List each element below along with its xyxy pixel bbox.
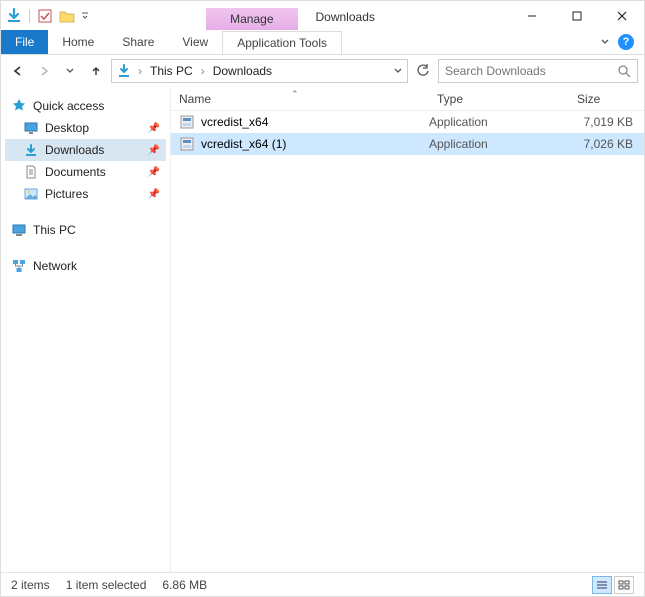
sidebar-network[interactable]: Network — [5, 255, 166, 277]
navigation-pane: Quick access Desktop 📌 Downloads 📌 Docum… — [1, 87, 171, 572]
refresh-button[interactable] — [412, 64, 434, 78]
search-box[interactable] — [438, 59, 638, 83]
file-size: 7,019 KB — [569, 115, 639, 129]
chevron-right-icon[interactable]: › — [136, 64, 144, 78]
status-item-count: 2 items — [11, 578, 50, 592]
address-bar[interactable]: › This PC › Downloads — [111, 59, 408, 83]
tab-home[interactable]: Home — [48, 30, 108, 54]
table-row[interactable]: vcredist_x64 Application 7,019 KB — [171, 111, 644, 133]
file-tab[interactable]: File — [1, 30, 48, 54]
search-input[interactable] — [445, 64, 618, 78]
ribbon-tabs: File Home Share View Application Tools ? — [1, 30, 644, 55]
up-button[interactable] — [85, 60, 107, 82]
downloads-icon — [23, 142, 39, 158]
sidebar-item-label: Documents — [45, 165, 106, 179]
application-icon — [179, 114, 195, 130]
status-selected-size: 6.86 MB — [162, 578, 207, 592]
status-bar: 2 items 1 item selected 6.86 MB — [1, 572, 644, 596]
recent-locations-icon[interactable] — [59, 60, 81, 82]
forward-button[interactable] — [33, 60, 55, 82]
sidebar-item-label: Downloads — [45, 143, 104, 157]
qat-dropdown-icon[interactable] — [80, 7, 90, 25]
sidebar-item-pictures[interactable]: Pictures 📌 — [5, 183, 166, 205]
pin-icon[interactable]: 📌 — [148, 123, 160, 134]
new-folder-icon[interactable] — [58, 7, 76, 25]
help-icon[interactable]: ? — [618, 34, 634, 50]
file-name: vcredist_x64 — [201, 115, 268, 129]
sidebar-item-desktop[interactable]: Desktop 📌 — [5, 117, 166, 139]
file-list-pane: Name ⌃ Type Size vcredist_x64 Applicatio… — [171, 87, 644, 572]
sidebar-item-label: Network — [33, 259, 77, 273]
tab-application-tools[interactable]: Application Tools — [222, 31, 342, 54]
ribbon-expand-icon[interactable] — [600, 37, 610, 47]
sort-indicator-icon: ⌃ — [291, 89, 299, 100]
sidebar-item-label: Pictures — [45, 187, 88, 201]
pin-icon[interactable]: 📌 — [148, 167, 160, 178]
sidebar-item-label: This PC — [33, 223, 76, 237]
close-button[interactable] — [599, 1, 644, 30]
search-icon[interactable] — [618, 65, 631, 78]
desktop-icon — [23, 120, 39, 136]
window-title: Downloads — [298, 4, 393, 30]
separator — [29, 9, 30, 23]
file-type: Application — [429, 137, 569, 151]
this-pc-icon — [11, 222, 27, 238]
sidebar-item-label: Desktop — [45, 121, 89, 135]
sidebar-quick-access[interactable]: Quick access — [5, 95, 166, 117]
documents-icon — [23, 164, 39, 180]
sidebar-this-pc[interactable]: This PC — [5, 219, 166, 241]
tab-share[interactable]: Share — [108, 30, 168, 54]
address-dropdown-icon[interactable] — [393, 66, 403, 76]
maximize-button[interactable] — [554, 1, 599, 30]
file-name: vcredist_x64 (1) — [201, 137, 286, 151]
pictures-icon — [23, 186, 39, 202]
chevron-right-icon[interactable]: › — [199, 64, 207, 78]
sidebar-item-label: Quick access — [33, 99, 104, 113]
column-header-type[interactable]: Type — [429, 92, 569, 106]
column-header-name[interactable]: Name — [171, 92, 429, 106]
table-row[interactable]: vcredist_x64 (1) Application 7,026 KB — [171, 133, 644, 155]
properties-icon[interactable] — [36, 7, 54, 25]
ribbon-context-tab[interactable]: Manage — [206, 8, 297, 30]
file-type: Application — [429, 115, 569, 129]
app-icon — [5, 7, 23, 25]
breadcrumb-this-pc[interactable]: This PC — [148, 64, 195, 78]
nav-bar: › This PC › Downloads — [1, 55, 644, 87]
tab-view[interactable]: View — [168, 30, 222, 54]
details-view-button[interactable] — [592, 576, 612, 594]
minimize-button[interactable] — [509, 1, 554, 30]
thumbnails-view-button[interactable] — [614, 576, 634, 594]
quick-access-icon — [11, 98, 27, 114]
back-button[interactable] — [7, 60, 29, 82]
column-header-size[interactable]: Size — [569, 92, 639, 106]
application-icon — [179, 136, 195, 152]
pin-icon[interactable]: 📌 — [148, 145, 160, 156]
network-icon — [11, 258, 27, 274]
sidebar-item-downloads[interactable]: Downloads 📌 — [5, 139, 166, 161]
sidebar-item-documents[interactable]: Documents 📌 — [5, 161, 166, 183]
column-headers: Name ⌃ Type Size — [171, 87, 644, 111]
breadcrumb-downloads[interactable]: Downloads — [211, 64, 274, 78]
status-selected-count: 1 item selected — [66, 578, 147, 592]
pin-icon[interactable]: 📌 — [148, 189, 160, 200]
location-icon — [116, 63, 132, 79]
file-size: 7,026 KB — [569, 137, 639, 151]
title-bar: Manage Downloads — [1, 1, 644, 30]
